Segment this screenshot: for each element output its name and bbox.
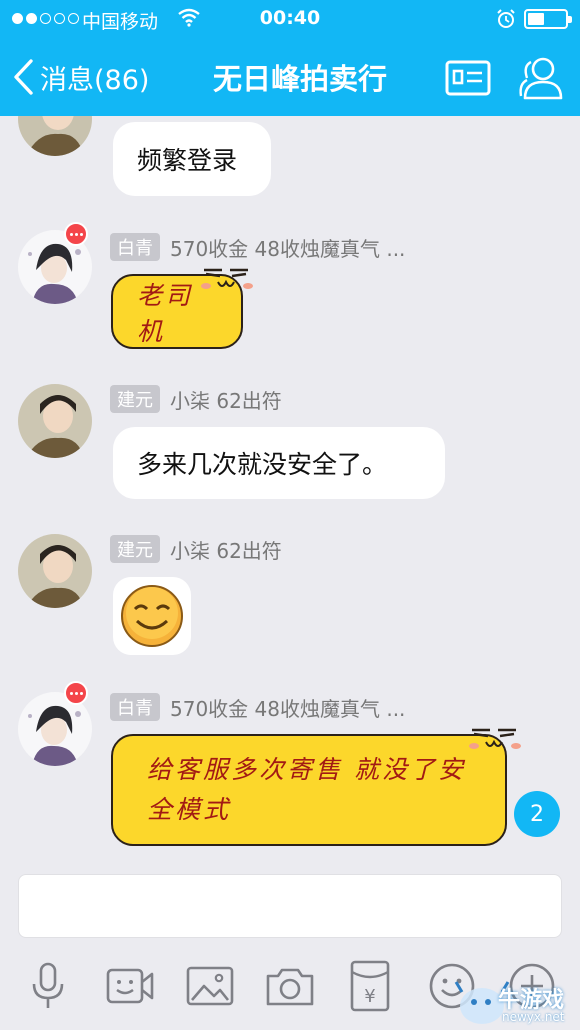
- chat-area[interactable]: 频繁登录 白青 570收金 48收烛魔真气 ... 老司机 建元 小柒 62出符…: [0, 116, 580, 860]
- message-text: 多来几次就没安全了。: [137, 450, 388, 479]
- sender-name[interactable]: 小柒 62出符: [170, 385, 282, 414]
- message-text-line-2: 全模式: [147, 795, 232, 824]
- microphone-icon: [32, 962, 64, 1008]
- svg-text:¥: ¥: [364, 986, 375, 1007]
- alarm-icon: [497, 9, 515, 28]
- member-tag: 白青: [110, 233, 160, 261]
- group-members-icon[interactable]: [515, 52, 565, 102]
- red-packet-button[interactable]: ¥: [344, 960, 396, 1012]
- message-text: 频繁登录: [137, 146, 238, 175]
- image-button[interactable]: [184, 960, 236, 1012]
- emoji-message-bubble[interactable]: [113, 577, 191, 655]
- sender-name[interactable]: 570收金 48收烛魔真气 ...: [170, 233, 405, 262]
- sender-row: 建元 小柒 62出符: [110, 384, 282, 414]
- message-bubble[interactable]: 频繁登录: [113, 122, 271, 196]
- member-tag: 建元: [110, 535, 160, 563]
- sender-name[interactable]: 570收金 48收烛魔真气 ...: [170, 693, 405, 722]
- sender-row: 建元 小柒 62出符: [110, 534, 282, 564]
- battery-icon: [524, 9, 572, 29]
- bubble-face-decoration: [201, 268, 253, 289]
- group-card-icon[interactable]: [445, 60, 491, 96]
- message-text-line-1: 给客服多次寄售 就没了安: [147, 755, 466, 784]
- video-call-button[interactable]: [104, 960, 156, 1012]
- sender-name[interactable]: 小柒 62出符: [170, 535, 282, 564]
- status-bar: 中国移动 00:40: [0, 0, 580, 38]
- page-title: 无日峰拍卖行: [212, 62, 387, 96]
- member-tag: 建元: [110, 385, 160, 413]
- smile-face-icon: [121, 585, 183, 647]
- message-input[interactable]: [18, 874, 562, 938]
- sender-row: 白青 570收金 48收烛魔真气 ...: [110, 232, 405, 262]
- sender-row: 白青 570收金 48收烛魔真气 ...: [110, 692, 405, 722]
- avatar[interactable]: [18, 116, 92, 156]
- camera-button[interactable]: [264, 960, 316, 1012]
- camera-icon: [266, 968, 314, 1006]
- clock: 00:40: [259, 7, 321, 29]
- message-bubble[interactable]: 给客服多次寄售 就没了安 全模式: [111, 734, 507, 846]
- red-packet-icon: ¥: [350, 960, 390, 1012]
- microphone-button[interactable]: [22, 960, 74, 1012]
- watermark-url: newyx.net: [502, 1010, 565, 1024]
- message-bubble[interactable]: 多来几次就没安全了。: [113, 427, 445, 499]
- image-icon: [186, 966, 234, 1006]
- bubble-face-decoration: [469, 728, 521, 749]
- member-tag: 白青: [110, 693, 160, 721]
- unread-count-badge[interactable]: 2: [514, 791, 560, 837]
- member-level-badge: [64, 222, 88, 246]
- member-level-badge: [64, 681, 88, 705]
- top-bar: 中国移动 00:40 消息(86) 无日峰拍卖行: [0, 0, 580, 116]
- avatar[interactable]: [18, 384, 92, 458]
- video-call-icon: [106, 968, 154, 1004]
- avatar[interactable]: [18, 534, 92, 608]
